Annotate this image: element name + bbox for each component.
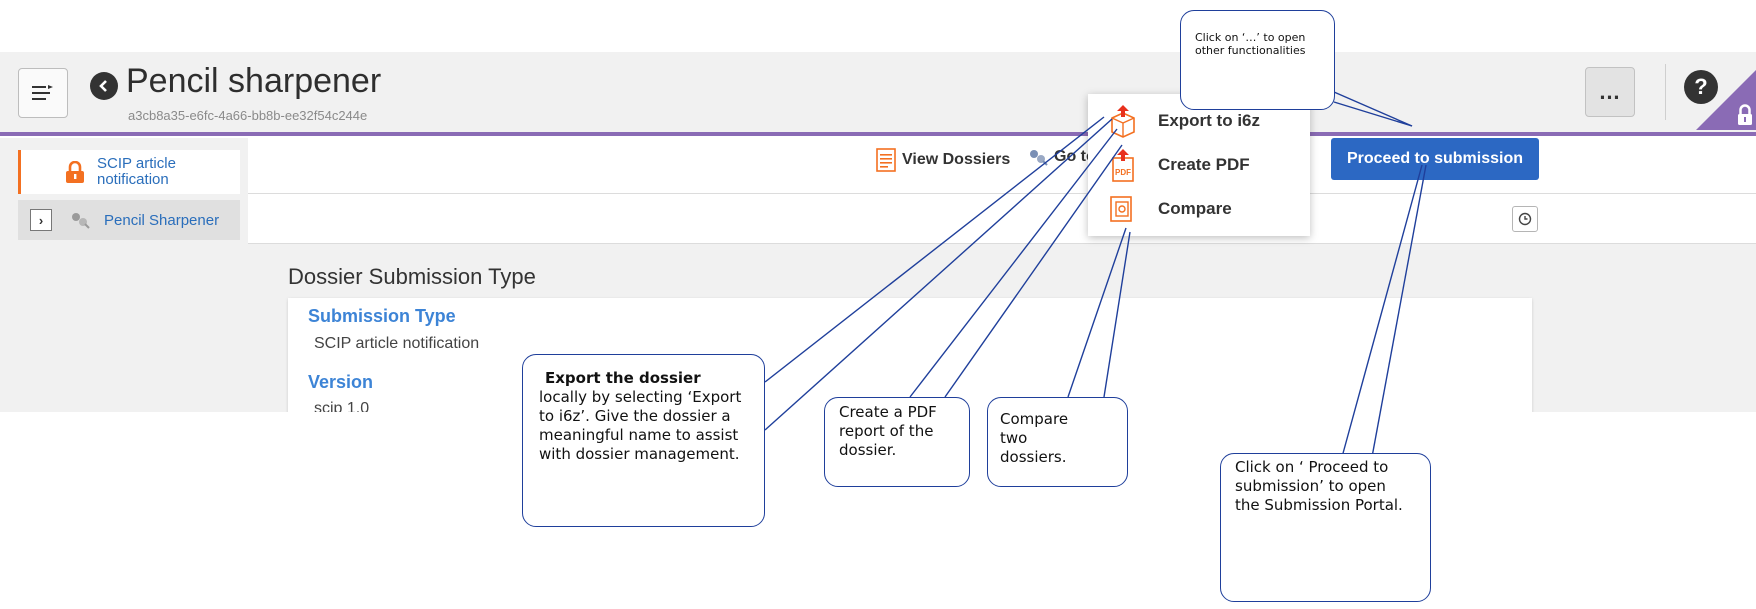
document-list-icon [876,148,896,172]
more-options-button[interactable]: … [1585,67,1635,117]
menu-item-label: Export to i6z [1158,111,1261,130]
callout-export: Export the dossier locally by selecting … [522,354,765,527]
sidebar-item-scip-notification[interactable]: SCIP article notification [18,150,240,194]
menu-item-compare[interactable]: Compare [1108,194,1232,224]
sidebar-item-label: SCIP article notification [97,155,176,188]
lock-icon [66,161,84,183]
more-options-menu: Export to i6z PDF Create PDF Compare [1088,94,1310,236]
toolbar: View Dossiers Go to Proceed to submissio… [248,138,1756,194]
menu-item-label: Create PDF [1158,155,1250,174]
lock-corner-icon [1696,70,1756,130]
goto-link[interactable]: Go to [1028,148,1096,166]
svg-text:PDF: PDF [1115,168,1131,177]
export-icon [1111,105,1135,138]
sidebar-item-label: Pencil Sharpener [104,211,220,229]
pushpin-icon [1030,150,1048,166]
callout-compare: Compare two dossiers. [987,397,1128,487]
pushpin-icon [72,213,90,229]
callout-text: Create a PDF report of the dossier. [839,403,937,459]
compare-icon [1110,196,1132,222]
app-header: Pencil sharpener a3cb8a35-e6fc-4a66-bb8b… [0,52,1756,136]
submission-type-label: Submission Type [308,306,456,326]
menu-item-create-pdf[interactable]: PDF Create PDF [1108,148,1250,182]
view-dossiers-link[interactable]: View Dossiers [876,148,1010,172]
view-dossiers-label: View Dossiers [902,151,1011,168]
proceed-to-submission-button[interactable]: Proceed to submission [1331,138,1539,180]
subbar [248,194,1756,244]
page-title: Pencil sharpener [126,62,382,100]
callout-create-pdf: Create a PDF report of the dossier. [824,397,970,487]
expand-button[interactable]: › [30,209,52,231]
callout-more-options: Click on ‘…’ to open other functionaliti… [1180,10,1335,110]
pdf-icon: PDF [1112,149,1134,182]
section-title: Dossier Submission Type [288,264,536,289]
callout-text: Click on ‘…’ to open other functionaliti… [1195,31,1306,57]
callout-proceed: Click on ‘ Proceed to submission’ to ope… [1220,453,1431,602]
version-label: Version [308,372,374,392]
callout-title: Export the dossier [545,369,701,387]
callout-text: Compare two dossiers. [1000,410,1069,466]
clock-icon [1518,212,1532,226]
back-icon[interactable] [90,72,118,100]
menu-toggle-button[interactable] [18,68,68,118]
callout-text: Click on ‘ Proceed to submission’ to ope… [1235,458,1403,514]
menu-icon [32,85,53,100]
callout-text: locally by selecting ‘Export to i6z’. Gi… [539,388,742,463]
menu-item-label: Compare [1158,199,1232,218]
header-divider [1665,64,1666,120]
sidebar-item-pencil-sharpener[interactable]: › Pencil Sharpener [18,200,240,240]
submission-type-value: SCIP article notification [314,335,480,352]
dossier-uuid: a3cb8a35-e6fc-4a66-bb8b-ee32f54c244e [128,108,368,123]
history-button[interactable] [1512,206,1538,232]
